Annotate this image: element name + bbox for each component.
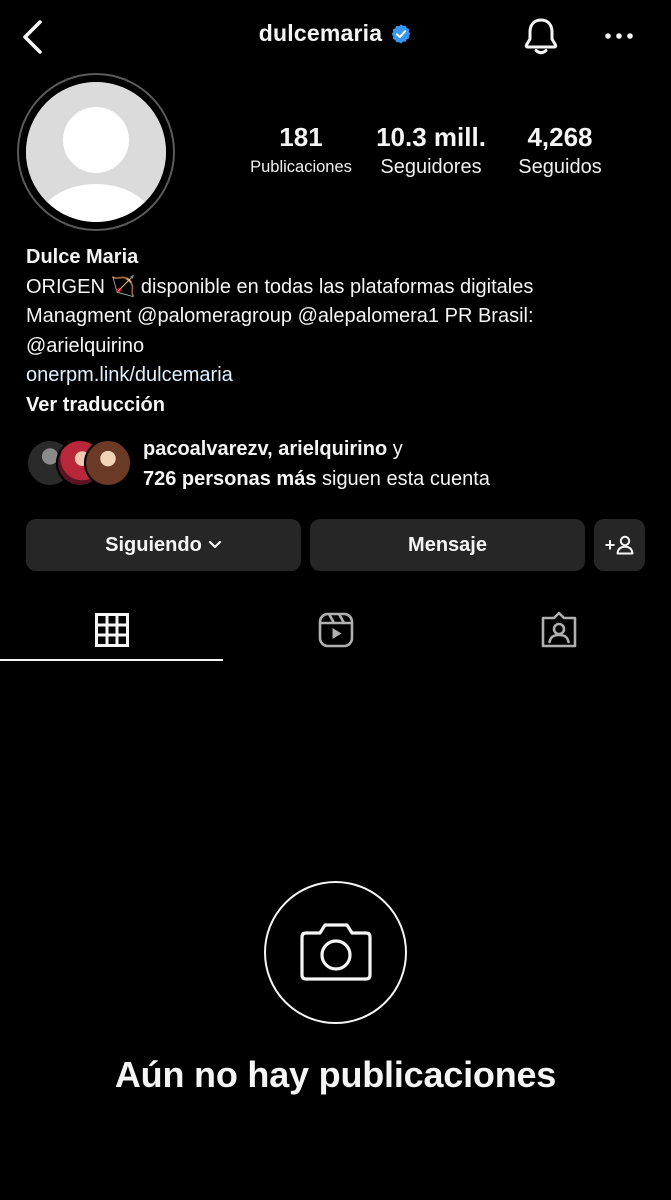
message-button-label: Mensaje xyxy=(408,533,487,556)
followers-count-stat[interactable]: 10.3 mill. Seguidores xyxy=(370,120,492,180)
profile-tabs xyxy=(0,598,671,662)
mutual-followers-count: 726 personas más xyxy=(143,467,317,490)
avatar-placeholder xyxy=(26,82,166,222)
following-count-stat[interactable]: 4,268 Seguidos xyxy=(500,120,620,180)
bio-line: ORIGEN 🏹 disponible en todas las platafo… xyxy=(26,275,534,298)
top-navigation-bar: dulcemaria xyxy=(0,0,671,74)
bell-icon xyxy=(524,18,558,55)
reels-icon xyxy=(318,612,353,648)
avatar xyxy=(84,439,132,487)
bio-line: @arielquirino xyxy=(26,334,145,357)
posts-count-stat[interactable]: 181 Publicaciones xyxy=(240,120,362,180)
profile-avatar[interactable] xyxy=(17,73,175,231)
mutual-followers-avatars xyxy=(26,439,136,487)
followed-by-row[interactable]: pacoalvarezv, arielquirino y 726 persona… xyxy=(26,434,646,494)
followed-by-text: pacoalvarezv, arielquirino y 726 persona… xyxy=(143,435,490,494)
more-horizontal-icon xyxy=(605,33,633,39)
more-options-button[interactable] xyxy=(598,22,640,50)
notifications-button[interactable] xyxy=(520,15,562,59)
tagged-icon xyxy=(541,611,576,648)
following-button[interactable]: Siguiendo xyxy=(26,519,301,571)
active-tab-indicator xyxy=(0,659,223,661)
tab-posts-grid[interactable] xyxy=(0,598,223,662)
following-button-label: Siguiendo xyxy=(105,533,202,556)
posts-label: Publicaciones xyxy=(250,158,352,176)
default-user-icon xyxy=(26,82,166,222)
message-button[interactable]: Mensaje xyxy=(310,519,585,571)
following-label: Seguidos xyxy=(518,156,602,178)
profile-username-header: dulcemaria xyxy=(0,20,671,47)
following-count: 4,268 xyxy=(527,122,593,152)
grid-icon xyxy=(94,613,129,647)
see-translation-link[interactable]: Ver traducción xyxy=(26,391,646,421)
bio-line: Managment @palomeragroup @alepalomera1 P… xyxy=(26,305,534,327)
empty-state-camera xyxy=(264,881,407,1024)
posts-count: 181 xyxy=(279,122,323,152)
profile-bio: Dulce Maria ORIGEN 🏹 disponible en todas… xyxy=(26,243,646,420)
followers-count: 10.3 mill. xyxy=(376,122,486,152)
tab-tagged[interactable] xyxy=(447,598,670,662)
add-person-icon: + xyxy=(605,535,635,555)
camera-icon xyxy=(299,922,372,981)
followed-by-conjunction: y xyxy=(387,438,403,460)
bio-website-link[interactable]: onerpm.link/dulcemaria xyxy=(26,361,646,391)
tab-reels[interactable] xyxy=(224,598,447,662)
plus-sign: + xyxy=(604,535,616,555)
empty-state-title: Aún no hay publicaciones xyxy=(114,1054,557,1095)
profile-full-name: Dulce Maria xyxy=(26,246,139,268)
username-title: dulcemaria xyxy=(258,20,383,46)
suggested-users-button[interactable]: + xyxy=(594,519,645,571)
followers-label: Seguidores xyxy=(380,156,482,178)
mutual-follower-names: pacoalvarezv, arielquirino xyxy=(143,438,388,460)
chevron-down-icon xyxy=(208,540,221,549)
verified-badge-icon xyxy=(390,23,412,45)
followed-by-suffix: siguen esta cuenta xyxy=(316,467,490,490)
